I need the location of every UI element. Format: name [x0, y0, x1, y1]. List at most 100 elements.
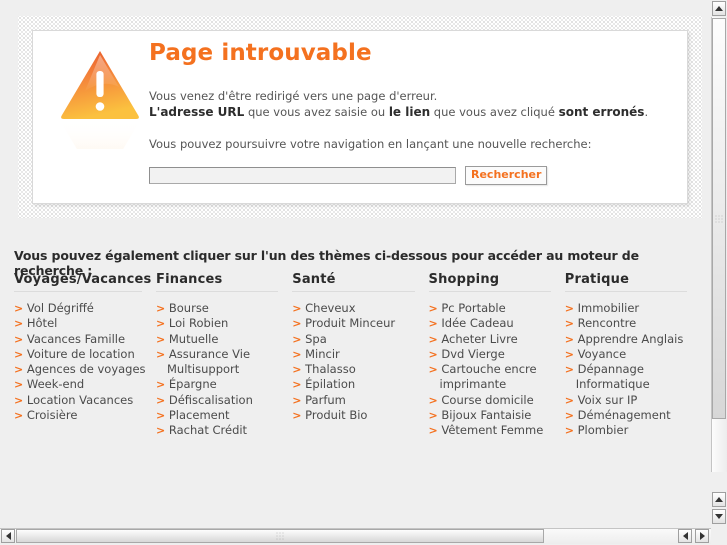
theme-link[interactable]: Voyance — [578, 347, 627, 361]
theme-link[interactable]: Pc Portable — [441, 301, 505, 315]
theme-link[interactable]: Parfum — [305, 393, 346, 407]
horizontal-scrollbar-thumb[interactable] — [16, 529, 544, 543]
theme-link[interactable]: Vacances Famille — [27, 332, 125, 346]
list-item[interactable]: > Produit Bio — [292, 408, 422, 423]
theme-link[interactable]: Thalasso — [305, 362, 356, 376]
theme-link[interactable]: Défiscalisation — [169, 393, 253, 407]
scroll-up-button[interactable] — [712, 1, 726, 16]
arrow-icon: > — [156, 409, 166, 423]
list-item[interactable]: > Course domicile — [429, 393, 559, 408]
theme-link[interactable]: Vol Dégriffé — [27, 301, 94, 315]
list-item[interactable]: > Plombier — [565, 423, 695, 438]
theme-link[interactable]: Week-end — [27, 377, 84, 391]
list-item[interactable]: > Voyance — [565, 347, 695, 362]
theme-link[interactable]: Course domicile — [441, 393, 533, 407]
list-item[interactable]: > Pc Portable — [429, 301, 559, 316]
list-item[interactable]: > Produit Minceur — [292, 316, 422, 331]
list-item[interactable]: > Cheveux — [292, 301, 422, 316]
theme-link[interactable]: Voix sur IP — [578, 393, 638, 407]
theme-link[interactable]: Mutuelle — [169, 332, 219, 346]
list-item[interactable]: > Location Vacances — [14, 393, 150, 408]
list-item[interactable]: > Voiture de location — [14, 347, 150, 362]
list-item[interactable]: > Immobilier — [565, 301, 695, 316]
scroll-step-up-button[interactable] — [712, 492, 726, 507]
theme-link[interactable]: Mincir — [305, 347, 340, 361]
theme-link[interactable]: Idée Cadeau — [441, 316, 513, 330]
list-item[interactable]: > Apprendre Anglais — [565, 332, 695, 347]
theme-link[interactable]: Croisière — [27, 408, 78, 422]
scroll-left-button[interactable] — [1, 529, 15, 543]
list-item[interactable]: > Mutuelle — [156, 332, 286, 347]
list-item[interactable]: > Loi Robien — [156, 316, 286, 331]
list-item[interactable]: > Thalasso — [292, 362, 422, 377]
list-item[interactable]: > Bijoux Fantaisie — [429, 408, 559, 423]
list-item[interactable]: > Déménagement — [565, 408, 695, 423]
theme-link[interactable]: Rencontre — [578, 316, 637, 330]
theme-link[interactable]: Épilation — [305, 377, 355, 391]
theme-link[interactable]: Produit Minceur — [305, 316, 395, 330]
theme-link[interactable]: Bourse — [169, 301, 209, 315]
horizontal-scrollbar[interactable] — [0, 518, 711, 545]
theme-link[interactable]: Placement — [169, 408, 230, 422]
theme-link[interactable]: Vêtement Femme — [441, 423, 543, 437]
theme-link[interactable]: Cheveux — [305, 301, 355, 315]
arrow-icon: > — [14, 302, 24, 315]
list-item[interactable]: > Week-end — [14, 377, 150, 392]
theme-link[interactable]: Location Vacances — [27, 393, 133, 407]
arrow-icon: > — [428, 317, 438, 331]
list-item[interactable]: > Assurance Vie Multisupport — [156, 347, 286, 378]
theme-link[interactable]: Rachat Crédit — [169, 423, 247, 437]
theme-link[interactable]: Spa — [305, 332, 327, 346]
list-item[interactable]: > Parfum — [292, 393, 422, 408]
column-divider — [156, 291, 279, 292]
list-item[interactable]: > Vol Dégriffé — [14, 301, 150, 316]
list-item[interactable]: > Croisière — [14, 408, 150, 423]
theme-link[interactable]: Plombier — [578, 423, 629, 437]
theme-link[interactable]: Agences de voyages — [27, 362, 146, 376]
theme-link[interactable]: Cartouche encre imprimante — [440, 362, 537, 391]
theme-link[interactable]: Déménagement — [578, 408, 671, 422]
list-item[interactable]: > Rachat Crédit — [156, 423, 286, 438]
list-item[interactable]: > Placement — [156, 408, 286, 423]
list-item[interactable]: > Dépannage Informatique — [565, 362, 695, 393]
theme-link[interactable]: Épargne — [169, 377, 217, 391]
theme-link[interactable]: Assurance Vie Multisupport — [167, 347, 250, 376]
theme-link[interactable]: Immobilier — [578, 301, 640, 315]
list-item[interactable]: > Acheter Livre — [429, 332, 559, 347]
list-item[interactable]: > Épargne — [156, 377, 286, 392]
theme-link[interactable]: Produit Bio — [305, 408, 367, 422]
theme-link[interactable]: Acheter Livre — [441, 332, 517, 346]
theme-link[interactable]: Dépannage Informatique — [576, 362, 650, 391]
list-item[interactable]: > Hôtel — [14, 316, 150, 331]
arrow-icon: > — [292, 317, 302, 331]
list-item[interactable]: > Dvd Vierge — [429, 347, 559, 362]
list-item[interactable]: > Bourse — [156, 301, 286, 316]
theme-link[interactable]: Loi Robien — [169, 316, 228, 330]
list-item[interactable]: > Défiscalisation — [156, 393, 286, 408]
search-button[interactable]: Rechercher — [465, 166, 548, 186]
theme-link[interactable]: Bijoux Fantaisie — [441, 408, 531, 422]
warning-triangle-icon — [59, 45, 143, 149]
vertical-scrollbar-thumb[interactable] — [712, 18, 726, 419]
list-item[interactable]: > Voix sur IP — [565, 393, 695, 408]
scroll-down-button[interactable] — [712, 509, 726, 524]
list-item[interactable]: > Vêtement Femme — [429, 423, 559, 438]
theme-link[interactable]: Apprendre Anglais — [578, 332, 684, 346]
list-item[interactable]: > Vacances Famille — [14, 332, 150, 347]
list-item[interactable]: > Spa — [292, 332, 422, 347]
list-item[interactable]: > Épilation — [292, 377, 422, 392]
list-item[interactable]: > Agences de voyages — [14, 362, 150, 377]
search-input[interactable] — [149, 167, 456, 185]
theme-link[interactable]: Voiture de location — [27, 347, 135, 361]
themes-list: > Cheveux > Produit Minceur > Spa > Minc… — [292, 301, 422, 423]
theme-link[interactable]: Hôtel — [27, 316, 57, 330]
list-item[interactable]: > Idée Cadeau — [429, 316, 559, 331]
list-item[interactable]: > Cartouche encre imprimante — [429, 362, 559, 393]
list-item[interactable]: > Rencontre — [565, 316, 695, 331]
scroll-step-left-button[interactable] — [678, 529, 692, 543]
theme-link[interactable]: Dvd Vierge — [441, 347, 504, 361]
vertical-scrollbar[interactable] — [711, 0, 727, 545]
scroll-right-button[interactable] — [695, 529, 709, 543]
list-item[interactable]: > Mincir — [292, 347, 422, 362]
search-prompt: Vous pouvez poursuivre votre navigation … — [149, 137, 592, 152]
